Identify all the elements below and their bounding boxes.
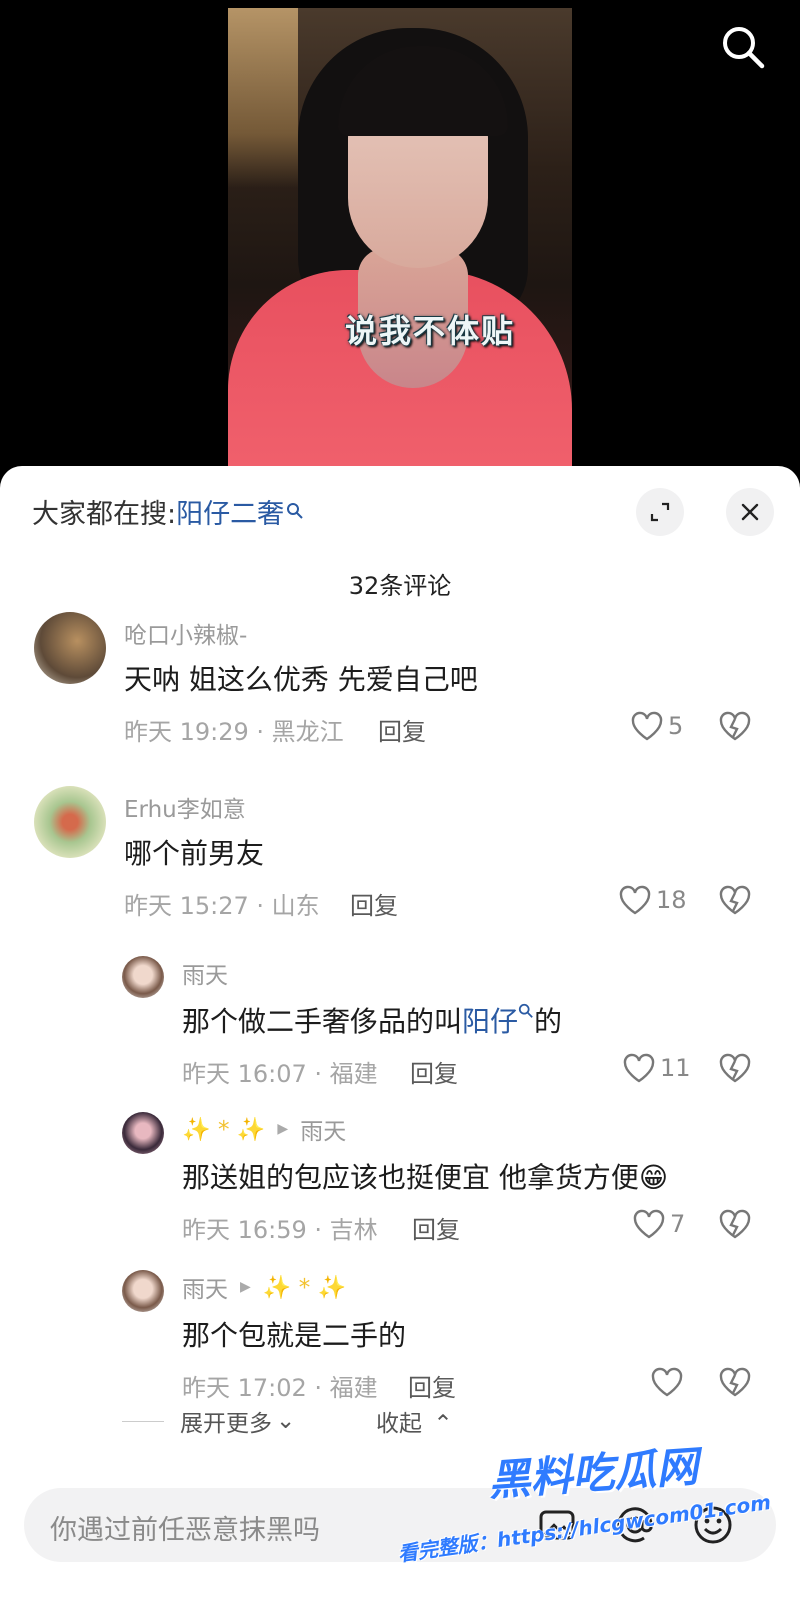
reply-item: 雨天 那个做二手奢侈品的叫阳仔的 昨天 16:07 · 福建 回复 11 (0, 956, 800, 1096)
video-player[interactable]: 说我不体贴 (0, 0, 800, 470)
avatar[interactable] (34, 786, 106, 858)
comment-panel: 大家都在搜: 阳仔二奢 32条评论 呛口小辣椒- 天呐 姐这么优秀 先爱自己吧 … (0, 466, 800, 1600)
comment-item: Erhu李如意 哪个前男友 昨天 15:27 · 山东 回复 18 (0, 786, 800, 936)
reply-item: ✨ * ✨ ▶ 雨天 那送姐的包应该也挺便宜 他拿货方便😁 昨天 16:59 ·… (0, 1112, 800, 1252)
heart-icon (633, 1209, 665, 1239)
comment-text: 哪个前男友 (124, 837, 265, 870)
avatar[interactable] (34, 612, 106, 684)
reply-to-username[interactable]: 雨天 (300, 1112, 346, 1146)
comment-count: 32条评论 (348, 572, 452, 600)
close-button[interactable] (726, 488, 774, 536)
heart-icon (651, 1367, 683, 1397)
like-count: 18 (656, 886, 687, 914)
comment-username[interactable]: Erhu李如意 (124, 790, 246, 824)
collapse-label: 收起 (376, 1411, 422, 1437)
reply-username[interactable]: 雨天 (182, 956, 228, 990)
reply-to-username[interactable]: ✨ * ✨ (263, 1274, 346, 1301)
video-caption: 说我不体贴 (344, 312, 515, 350)
close-icon (741, 503, 759, 521)
comment-input[interactable]: 你遇过前任恶意抹黑吗 (24, 1488, 776, 1562)
heart-icon (623, 1053, 655, 1083)
reply-button[interactable]: 回复 (408, 1368, 456, 1403)
dislike-button[interactable] (718, 884, 752, 916)
reply-text-part: 的 (534, 1005, 563, 1038)
reply-username-text: ✨ * ✨ (182, 1116, 266, 1143)
avatar[interactable] (122, 1112, 164, 1154)
hot-search-term[interactable]: 阳仔二奢 (176, 492, 284, 531)
heart-icon (619, 885, 651, 915)
hot-search[interactable]: 大家都在搜: 阳仔二奢 (32, 492, 304, 531)
reply-button[interactable]: 回复 (410, 1054, 458, 1089)
like-button[interactable]: 18 (618, 884, 687, 916)
like-count: 5 (668, 712, 684, 740)
hot-search-link[interactable]: 阳仔 (462, 1005, 518, 1038)
fullscreen-button[interactable] (636, 488, 684, 536)
comment-meta: 昨天 15:27 · 山东 (124, 892, 320, 920)
comment-username[interactable]: 呛口小辣椒- (124, 616, 247, 650)
broken-heart-icon (719, 711, 751, 741)
avatar[interactable] (122, 1270, 164, 1312)
reply-text: 那个包就是二手的 (182, 1319, 407, 1352)
broken-heart-icon (719, 1367, 751, 1397)
broken-heart-icon (719, 1209, 751, 1239)
mention-icon[interactable] (614, 1504, 656, 1546)
dislike-button[interactable] (718, 1366, 752, 1398)
dislike-button[interactable] (718, 710, 752, 742)
reply-button[interactable]: 回复 (378, 712, 426, 747)
reply-text-part: 那个做二手奢侈品的叫 (182, 1005, 463, 1038)
like-count: 11 (660, 1054, 691, 1082)
reply-username[interactable]: ✨ * ✨ ▶ 雨天 (182, 1112, 346, 1146)
reply-item: 雨天 ▶ ✨ * ✨ 那个包就是二手的 昨天 17:02 · 福建 回复 (0, 1270, 800, 1403)
background-lamp (228, 8, 298, 188)
image-icon[interactable] (536, 1504, 578, 1546)
broken-heart-icon (719, 1053, 751, 1083)
broken-heart-icon (719, 885, 751, 915)
hot-search-label: 大家都在搜: (32, 499, 177, 530)
reply-button[interactable]: 回复 (350, 886, 398, 921)
reply-meta: 昨天 17:02 · 福建 (182, 1374, 378, 1402)
search-icon (518, 1003, 533, 1018)
comment-text: 天呐 姐这么优秀 先爱自己吧 (124, 663, 478, 696)
reply-arrow-icon: ▶ (277, 1121, 289, 1137)
reply-username-text: 雨天 (182, 1277, 228, 1303)
expand-more-button[interactable]: 展开更多 ⌄ (122, 1404, 295, 1438)
chevron-up-icon: ⌃ (433, 1411, 453, 1437)
divider (122, 1420, 164, 1422)
like-button[interactable] (650, 1366, 688, 1398)
emoji-icon[interactable] (692, 1504, 734, 1546)
like-button[interactable]: 5 (630, 710, 683, 742)
reply-text: 那个做二手奢侈品的叫阳仔的 (182, 1000, 562, 1040)
expand-icon (650, 502, 670, 522)
reply-arrow-icon: ▶ (240, 1279, 251, 1295)
expand-more-label: 展开更多 (180, 1411, 272, 1437)
like-button[interactable]: 7 (632, 1208, 685, 1240)
reply-meta: 昨天 16:07 · 福建 (182, 1060, 378, 1088)
dislike-button[interactable] (718, 1208, 752, 1240)
search-icon[interactable] (718, 22, 768, 72)
reply-text: 那送姐的包应该也挺便宜 他拿货方便😁 (182, 1161, 669, 1194)
reply-button[interactable]: 回复 (412, 1210, 460, 1245)
heart-icon (631, 711, 663, 741)
collapse-button[interactable]: 收起 ⌃ (376, 1404, 453, 1438)
dislike-button[interactable] (718, 1052, 752, 1084)
video-frame[interactable]: 说我不体贴 (228, 8, 572, 470)
like-count: 7 (670, 1210, 686, 1238)
reply-meta: 昨天 16:59 · 吉林 (182, 1216, 378, 1244)
chevron-down-icon: ⌄ (276, 1408, 296, 1434)
avatar[interactable] (122, 956, 164, 998)
reply-username[interactable]: 雨天 ▶ ✨ * ✨ (182, 1270, 346, 1304)
comment-item: 呛口小辣椒- 天呐 姐这么优秀 先爱自己吧 昨天 19:29 · 黑龙江 回复 … (0, 612, 800, 762)
comment-meta: 昨天 19:29 · 黑龙江 (124, 718, 344, 746)
search-icon (286, 496, 304, 519)
like-button[interactable]: 11 (622, 1052, 691, 1084)
comment-input-placeholder: 你遇过前任恶意抹黑吗 (50, 1515, 320, 1546)
